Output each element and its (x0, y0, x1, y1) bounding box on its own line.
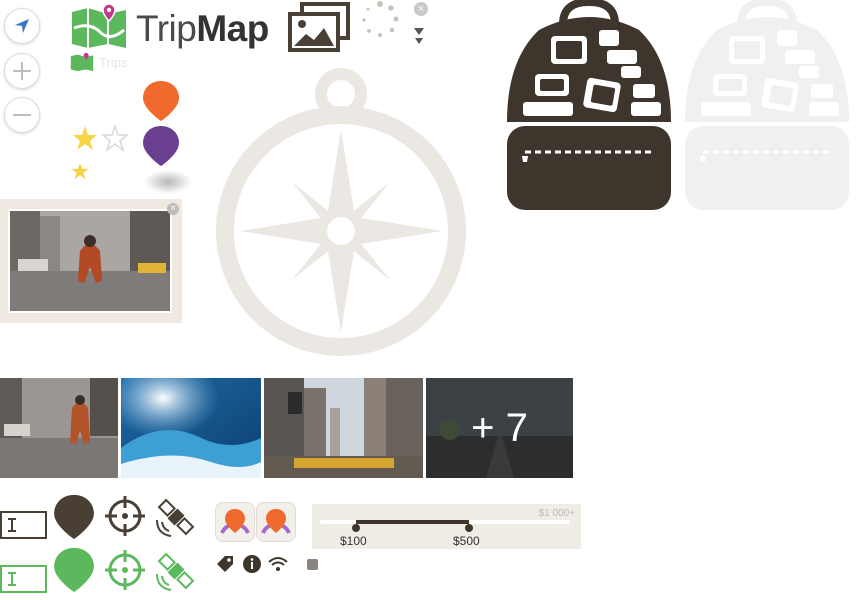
tripmap-app-icon (220, 509, 250, 534)
info-icon[interactable] (242, 554, 262, 574)
photo-popup[interactable]: × (0, 199, 182, 323)
gallery-thumb-more[interactable]: + 7 (426, 378, 573, 478)
thumb-street-image (0, 378, 118, 478)
map-pin-purple-icon[interactable] (142, 125, 180, 167)
map-pin-orange-icon[interactable] (142, 80, 180, 122)
crosshair-dark-icon[interactable] (103, 494, 147, 538)
slider-handle-max[interactable] (465, 524, 473, 532)
star-filled-icon (73, 126, 97, 150)
crosshair-green-icon[interactable] (103, 548, 147, 592)
tripmap-app-icon (261, 509, 291, 534)
price-max-label: $500 (453, 534, 480, 548)
app-icon-2[interactable] (256, 502, 296, 542)
gallery-thumb-street[interactable] (0, 378, 118, 478)
star-empty-icon (100, 124, 130, 153)
map-logo-small-icon (70, 52, 94, 72)
pin-shadow-icon (144, 170, 192, 194)
backpack-dark-icon (507, 0, 671, 210)
price-range-slider[interactable]: $1 000+ $100 $500 (312, 504, 581, 549)
navigation-arrow-icon (15, 19, 29, 33)
star-small-icon (71, 163, 89, 180)
map-pin-green-icon[interactable] (53, 545, 95, 595)
price-min-label: $100 (340, 534, 367, 548)
slider-range (356, 520, 469, 524)
loading-spinner-icon (362, 1, 399, 38)
map-pin-dark-icon[interactable] (53, 492, 95, 542)
gallery-icon[interactable] (288, 2, 352, 52)
map-logo-icon (72, 3, 126, 48)
satellite-dark-icon[interactable] (153, 494, 199, 540)
wifi-icon (268, 557, 288, 571)
more-count-label: + 7 (471, 405, 528, 450)
thumb-city-image (264, 378, 423, 478)
gallery-thumb-city[interactable] (264, 378, 423, 478)
text-field-icon (0, 511, 47, 539)
popup-close-icon[interactable]: × (167, 203, 179, 215)
satellite-green-icon[interactable] (153, 548, 199, 594)
plus-icon (13, 62, 31, 80)
app-icon-1[interactable] (215, 502, 255, 542)
street-photo (10, 211, 170, 311)
compass-icon (216, 68, 466, 356)
zoom-out-button[interactable] (4, 97, 40, 133)
brand-subtitle: Trips (99, 55, 128, 70)
sort-arrows-icon[interactable] (413, 26, 425, 46)
tag-icon (217, 556, 233, 572)
locate-button[interactable] (4, 8, 40, 44)
gallery-thumb-wave[interactable] (121, 378, 261, 478)
brand-title: TripMap (136, 8, 269, 49)
checkbox-icon[interactable] (307, 559, 318, 570)
price-limit-label: $1 000+ (538, 508, 575, 519)
star-rating[interactable] (72, 124, 130, 154)
close-icon[interactable]: × (414, 2, 428, 16)
zoom-in-button[interactable] (4, 53, 40, 89)
slider-handle-min[interactable] (352, 524, 360, 532)
backpack-light-icon (685, 0, 849, 210)
text-field-green-icon (0, 565, 47, 593)
thumb-wave-image (121, 378, 261, 478)
minus-icon (13, 114, 31, 116)
